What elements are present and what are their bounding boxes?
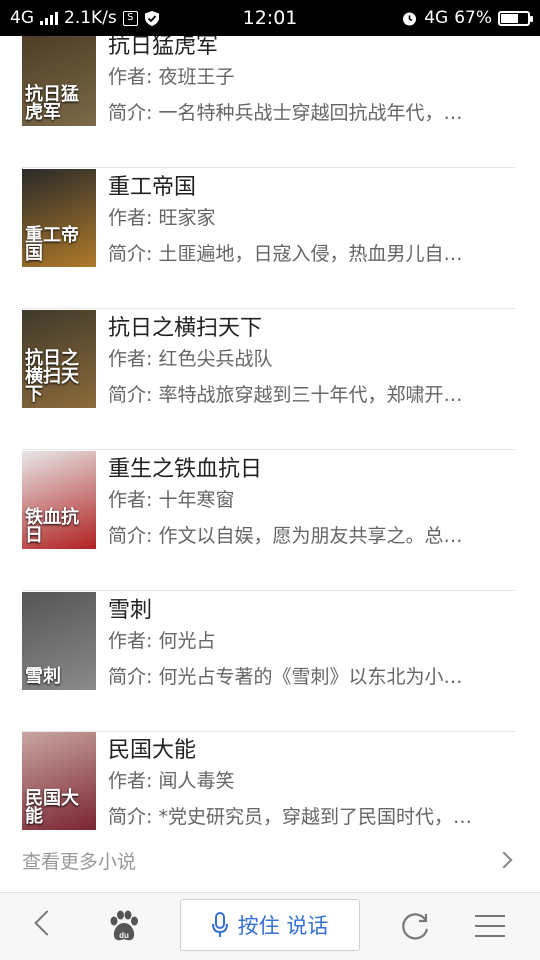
battery-icon: [498, 10, 533, 26]
notification-badge-icon: S: [122, 10, 138, 26]
book-author: 作者: 十年寒窗: [108, 489, 235, 511]
voice-input-button[interactable]: 按住 说话: [180, 899, 360, 951]
refresh-icon[interactable]: [399, 910, 431, 942]
clock: 12:01: [242, 7, 298, 29]
book-cover-text: 铁血抗日: [25, 507, 79, 546]
book-cover-text: 重工帝国: [25, 225, 79, 264]
back-icon[interactable]: [34, 910, 60, 936]
network-speed: 2.1K/s: [64, 8, 117, 28]
book-intro: 简介: *党史研究员，穿越到了民国时代，…: [108, 806, 472, 828]
book-intro: 简介: 一名特种兵战士穿越回抗战年代，…: [108, 102, 463, 124]
battery-percent: 67%: [454, 8, 492, 28]
battery-level: [501, 13, 519, 23]
baidu-paw-icon[interactable]: du: [106, 909, 142, 945]
more-novels-link[interactable]: 查看更多小说: [22, 843, 516, 877]
book-item[interactable]: 重工帝国 重工帝国 作者: 旺家家 简介: 土匪遍地，日寇入侵，热血男儿自…: [22, 169, 516, 309]
book-title[interactable]: 民国大能: [108, 732, 196, 764]
book-cover-image[interactable]: 雪刺: [22, 592, 96, 690]
svg-text:du: du: [119, 931, 129, 940]
book-item[interactable]: 抗日之横扫天下 抗日之横扫天下 作者: 红色尖兵战队 简介: 率特战旅穿越到三十年代，…: [22, 310, 516, 450]
network-right-label: 4G: [424, 8, 449, 28]
alarm-icon: [403, 12, 417, 25]
book-intro: 简介: 何光占专著的《雪刺》以东北为小…: [108, 666, 463, 688]
signal-icon: [40, 11, 58, 25]
book-item[interactable]: 雪刺 雪刺 作者: 何光占 简介: 何光占专著的《雪刺》以东北为小…: [22, 592, 516, 732]
network-label: 4G: [10, 8, 34, 28]
book-cover-image[interactable]: 抗日之横扫天下: [22, 310, 96, 408]
book-intro: 简介: 率特战旅穿越到三十年代，郑啸开…: [108, 384, 463, 406]
book-item[interactable]: 抗日猛虎军 抗日猛虎军 作者: 夜班王子 简介: 一名特种兵战士穿越回抗战年代，…: [22, 36, 516, 168]
book-title[interactable]: 抗日之横扫天下: [108, 310, 262, 342]
voice-input-label: 按住 说话: [237, 914, 329, 938]
book-cover-image[interactable]: 民国大能: [22, 732, 96, 830]
book-list: 抗日猛虎军 抗日猛虎军 作者: 夜班王子 简介: 一名特种兵战士穿越回抗战年代，… 重工…: [0, 36, 540, 830]
book-intro: 简介: 土匪遍地，日寇入侵，热血男儿自…: [108, 243, 463, 265]
menu-icon[interactable]: [475, 915, 505, 937]
status-right: 4G 67%: [401, 8, 533, 28]
book-item[interactable]: 民国大能 民国大能 作者: 闻人毒笑 简介: *党史研究员，穿越到了民国时代，…: [22, 732, 516, 830]
book-cover-image[interactable]: 重工帝国: [22, 169, 96, 267]
book-item[interactable]: 铁血抗日 重生之铁血抗日作者: 十年寒窗简介: 作文以自娱，愿为朋友共享之。总…: [22, 451, 516, 591]
book-author: 作者: 夜班王子: [108, 66, 235, 88]
book-title[interactable]: 重工帝国: [108, 169, 196, 201]
book-cover-text: 抗日之横扫天下: [25, 348, 79, 405]
microphone-icon: [211, 912, 228, 937]
book-cover-image[interactable]: 抗日猛虎军: [22, 36, 96, 126]
book-cover-text: 雪刺: [25, 666, 61, 687]
status-left: 4G 2.1K/s S: [10, 8, 160, 28]
book-cover-image[interactable]: 铁血抗日: [22, 451, 96, 549]
book-author: 作者: 旺家家: [108, 207, 216, 229]
bottom-toolbar: du 按住 说话: [0, 892, 540, 960]
book-cover-text: 抗日猛虎军: [25, 84, 79, 123]
shield-icon: [144, 10, 159, 26]
book-title[interactable]: 雪刺: [108, 592, 152, 624]
book-cover-text: 民国大能: [25, 788, 79, 827]
book-author: 作者: 红色尖兵战队: [108, 348, 273, 370]
book-author: 作者: 闻人毒笑: [108, 770, 235, 792]
book-intro: 简介: 作文以自娱，愿为朋友共享之。总…: [108, 525, 463, 547]
more-novels-label: 查看更多小说: [22, 850, 137, 873]
book-title[interactable]: 重生之铁血抗日: [108, 451, 262, 483]
book-title[interactable]: 抗日猛虎军: [108, 36, 218, 60]
status-bar: 4G 2.1K/s S 12:01 4G 67%: [0, 0, 540, 36]
book-author: 作者: 何光占: [108, 630, 216, 652]
chevron-right-icon: [495, 851, 513, 869]
